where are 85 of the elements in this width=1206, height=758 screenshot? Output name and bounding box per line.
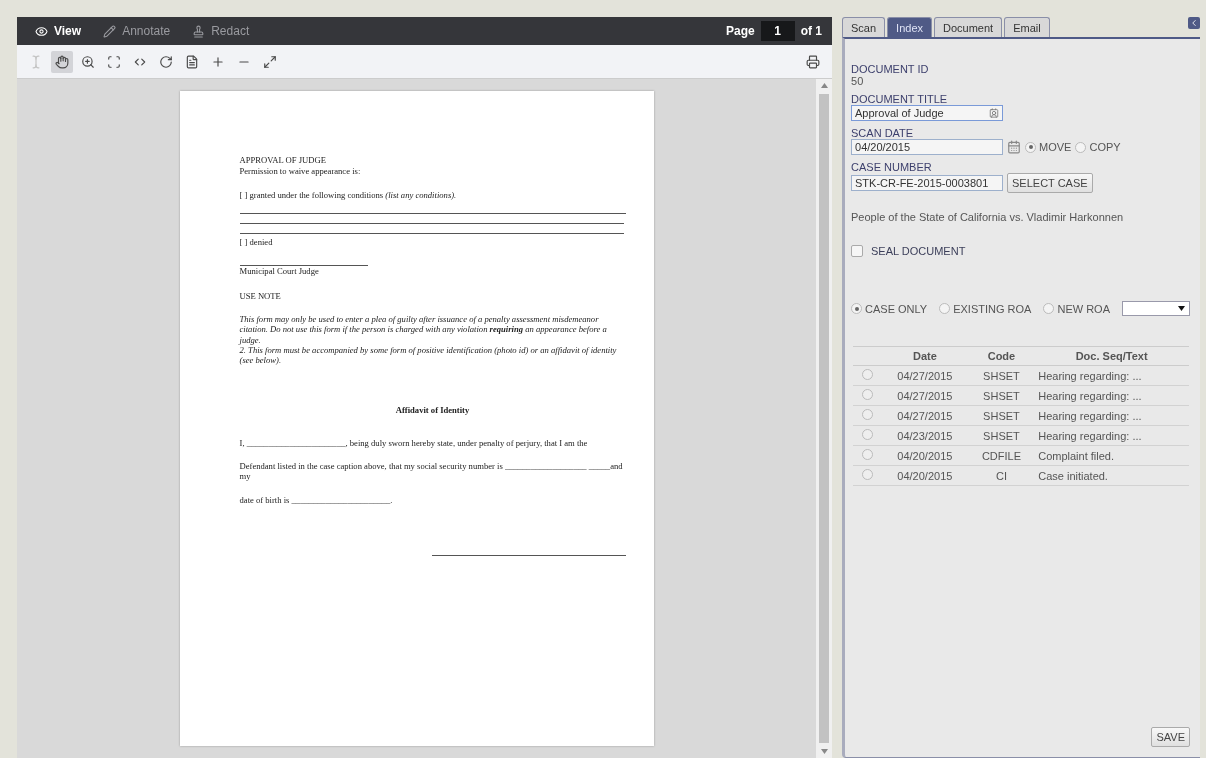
document-text: Defendant listed in the case caption above, that my social security number is ___________________ _____and my	[239, 461, 624, 482]
scan-date-field[interactable]: 04/20/2015	[851, 139, 1004, 155]
row-radio-button[interactable]	[861, 449, 873, 460]
document-text: Municipal Court Judge	[239, 266, 320, 277]
table-cell: Hearing regarding: ...	[1034, 385, 1190, 406]
calendar-icon[interactable]	[1007, 140, 1022, 154]
table-cell: SHSET	[968, 365, 1035, 386]
document-text: APPROVAL OF JUDGE	[239, 155, 327, 166]
row-radio-button[interactable]	[861, 409, 873, 420]
table-cell: SHSET	[968, 425, 1035, 446]
row-radio-button[interactable]	[861, 369, 873, 380]
panel-tab[interactable]: Email	[1004, 17, 1050, 37]
contact-card-icon[interactable]	[989, 108, 1000, 118]
row-radio-button[interactable]	[861, 469, 873, 480]
radio-label[interactable]: CASE ONLY	[865, 302, 928, 315]
eye-icon	[35, 24, 48, 38]
table-cell: CI	[968, 465, 1035, 486]
table-cell: Hearing regarding: ...	[1034, 405, 1190, 426]
table-cell: Complaint filed.	[1034, 445, 1190, 466]
page-label: Page	[726, 24, 755, 38]
chevron-left-icon	[1189, 18, 1199, 28]
stamp-icon	[192, 24, 206, 38]
document-text: [ ] granted under the following conditions (list any conditions).	[239, 189, 458, 200]
page-count: of 1	[800, 24, 823, 38]
radio-button[interactable]	[1025, 141, 1037, 153]
hand-icon[interactable]	[51, 50, 73, 73]
checkbox[interactable]	[851, 245, 864, 257]
document-text: I, _______________________, being duly sworn hereby state, under penalty of perjury, that I am the	[239, 437, 589, 449]
radio-button[interactable]	[1043, 303, 1055, 314]
mode-tab[interactable]: Annotate	[95, 24, 179, 38]
field-label: SCAN DATE	[851, 127, 915, 139]
radio-button[interactable]	[851, 303, 863, 314]
table-cell: 04/20/2015	[881, 445, 969, 466]
column-header: Code	[968, 346, 1035, 366]
document-text: This form may only be used to enter a plea of guilty after issuance of a penalty assessment misdemeanor citation. Do not use this form if the person is charged with any violation requiring an appearance before a judge.	[239, 313, 608, 345]
table-cell: CDFILE	[968, 445, 1035, 466]
table-cell: Case initiated.	[1034, 465, 1190, 486]
table-cell: Hearing regarding: ...	[1034, 425, 1190, 446]
checkbox-label[interactable]: SEAL DOCUMENT	[871, 245, 966, 257]
document-id: 50	[851, 75, 865, 87]
field-label: CASE NUMBER	[851, 161, 933, 173]
table-cell: 04/27/2015	[881, 405, 969, 426]
field-label: DOCUMENT ID	[851, 63, 930, 75]
mode-tab[interactable]: Redact	[184, 24, 258, 38]
panel-tab[interactable]: Index	[887, 17, 933, 37]
field-label: DOCUMENT TITLE	[851, 93, 949, 105]
scroll-up-icon[interactable]	[820, 83, 828, 88]
table-cell: SHSET	[968, 405, 1035, 426]
table-cell: 04/27/2015	[881, 365, 969, 386]
panel-tab[interactable]: Document	[934, 17, 1003, 37]
document-text: Permission to waive appearance is:	[239, 166, 362, 177]
radio-label[interactable]: MOVE	[1039, 141, 1072, 153]
case-title: People of the State of California vs. Vladimir Harkonnen	[851, 211, 1125, 223]
table-cell: 04/23/2015	[881, 425, 969, 446]
radio-label[interactable]: COPY	[1089, 141, 1121, 153]
page-number-field[interactable]: 1	[760, 21, 795, 41]
document-text: [ ] denied	[239, 236, 274, 248]
column-header: Doc. Seq/Text	[1034, 346, 1190, 366]
panel-tab[interactable]: Scan	[842, 17, 886, 37]
table-cell: Hearing regarding: ...	[1034, 365, 1190, 386]
document-text: date of birth is _______________________.	[239, 494, 394, 505]
table-cell: 04/20/2015	[881, 465, 969, 486]
scrollbar[interactable]	[816, 79, 833, 758]
save-button[interactable]: SAVE	[1151, 727, 1190, 747]
document-text: USE NOTE	[239, 290, 282, 301]
table-cell: SHSET	[968, 385, 1035, 406]
case-number-field[interactable]: STK-CR-FE-2015-0003801	[851, 175, 1004, 191]
scroll-down-icon[interactable]	[820, 749, 828, 754]
row-radio-button[interactable]	[861, 429, 873, 440]
pencil-icon	[103, 24, 117, 38]
column-header: Date	[881, 346, 969, 366]
select-case-button[interactable]: SELECT CASE	[1007, 173, 1093, 193]
radio-label[interactable]: NEW ROA	[1057, 302, 1110, 315]
radio-button[interactable]	[1075, 141, 1087, 153]
caret-icon	[1178, 306, 1185, 311]
document-heading: Affidavit of Identity	[394, 405, 471, 416]
radio-label[interactable]: EXISTING ROA	[953, 302, 1032, 315]
document-text: 2. This form must be accompanied by some form of positive identification (photo id) or an affidavit of identity (see below).	[239, 344, 618, 366]
document-title-field[interactable]: Approval of Judge	[851, 105, 1004, 121]
mode-tab[interactable]: View	[27, 24, 90, 38]
table-cell: 04/27/2015	[881, 385, 969, 406]
radio-button[interactable]	[939, 303, 951, 314]
roa-dropdown[interactable]	[1122, 301, 1190, 316]
row-radio-button[interactable]	[861, 389, 873, 400]
collapse-button[interactable]	[1188, 17, 1200, 29]
